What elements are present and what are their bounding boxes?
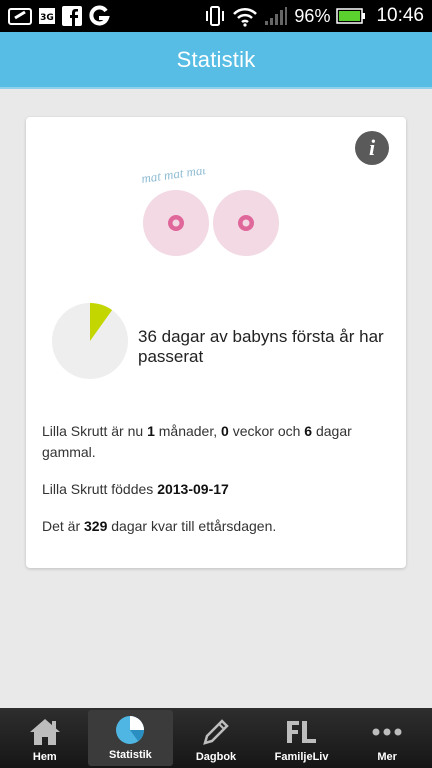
remaining-line: Det är 329 dagar kvar till ettårsdagen.: [42, 518, 277, 534]
home-icon: [28, 715, 62, 749]
battery-icon: [336, 7, 366, 25]
age-line: Lilla Skrutt är nu 1 månader, 0 veckor o…: [42, 423, 352, 460]
pencil-icon: [201, 715, 231, 749]
birth-line: Lilla Skrutt föddes 2013-09-17: [42, 481, 229, 497]
download-tray-icon: [8, 6, 32, 26]
familjeliv-logo-icon: [284, 715, 320, 749]
bottom-tab-bar: Hem Statistik Dagbok FamiljeLiv Mer: [0, 708, 432, 768]
google-icon: [88, 5, 110, 27]
tab-dagbok[interactable]: Dagbok: [173, 708, 259, 768]
info-button[interactable]: i: [355, 131, 389, 165]
tab-hem[interactable]: Hem: [2, 708, 88, 768]
status-bar: 3G 96% 10:46: [0, 0, 432, 32]
signal-icon: [264, 6, 288, 26]
statistics-card: i mat mat mat 36 dagar av babyns första …: [26, 117, 406, 568]
clock: 10:46: [376, 5, 424, 26]
tab-familjeliv[interactable]: FamiljeLiv: [259, 708, 345, 768]
stats-text: Lilla Skrutt är nu 1 månader, 0 veckor o…: [42, 421, 394, 553]
facebook-icon: [62, 6, 82, 26]
battery-percent: 96%: [294, 5, 331, 26]
wifi-icon: [232, 5, 258, 27]
3g-data-icon: 3G: [38, 6, 56, 26]
vibrate-icon: [204, 5, 226, 27]
app-header: Statistik: [0, 32, 432, 89]
page-title: Statistik: [176, 46, 256, 72]
tab-statistik[interactable]: Statistik: [87, 710, 174, 766]
info-icon: i: [368, 135, 376, 160]
tab-mer[interactable]: Mer: [344, 708, 430, 768]
year-progress-pie: [52, 303, 128, 379]
svg-text:3G: 3G: [40, 13, 54, 23]
illustration-word: mat mat mat: [140, 169, 207, 186]
pie-chart-icon: [114, 713, 146, 747]
breast-illustration: mat mat mat: [140, 169, 279, 256]
more-dots-icon: [371, 715, 403, 749]
pie-label: 36 dagar av babyns första år har passera…: [138, 327, 384, 366]
